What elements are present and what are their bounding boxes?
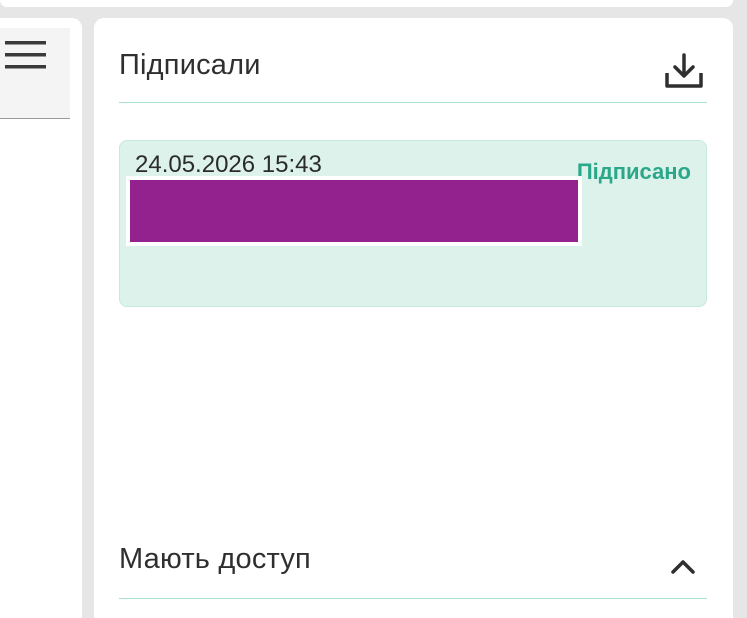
hamburger-menu-icon[interactable]: [0, 36, 52, 76]
signatures-panel: Підписали 24.05.2026 15:43 Підписано Маю…: [94, 18, 733, 618]
signer-name-redacted: [126, 176, 582, 246]
signature-card[interactable]: 24.05.2026 15:43 Підписано: [119, 140, 707, 307]
left-panel: [0, 18, 82, 618]
redaction-block: [130, 180, 578, 242]
download-icon[interactable]: [663, 50, 705, 92]
chevron-up-icon[interactable]: [667, 551, 699, 583]
signed-section-title: Підписали: [119, 49, 261, 81]
top-panel-edge: [0, 0, 733, 7]
signed-section-header: Підписали: [119, 40, 707, 103]
signature-status-badge: Підписано: [576, 159, 691, 184]
signature-date: 24.05.2026 15:43: [135, 151, 322, 178]
access-section-title: Мають доступ: [119, 543, 311, 575]
access-section-header[interactable]: Мають доступ: [119, 533, 707, 599]
left-input-field[interactable]: [0, 28, 70, 119]
